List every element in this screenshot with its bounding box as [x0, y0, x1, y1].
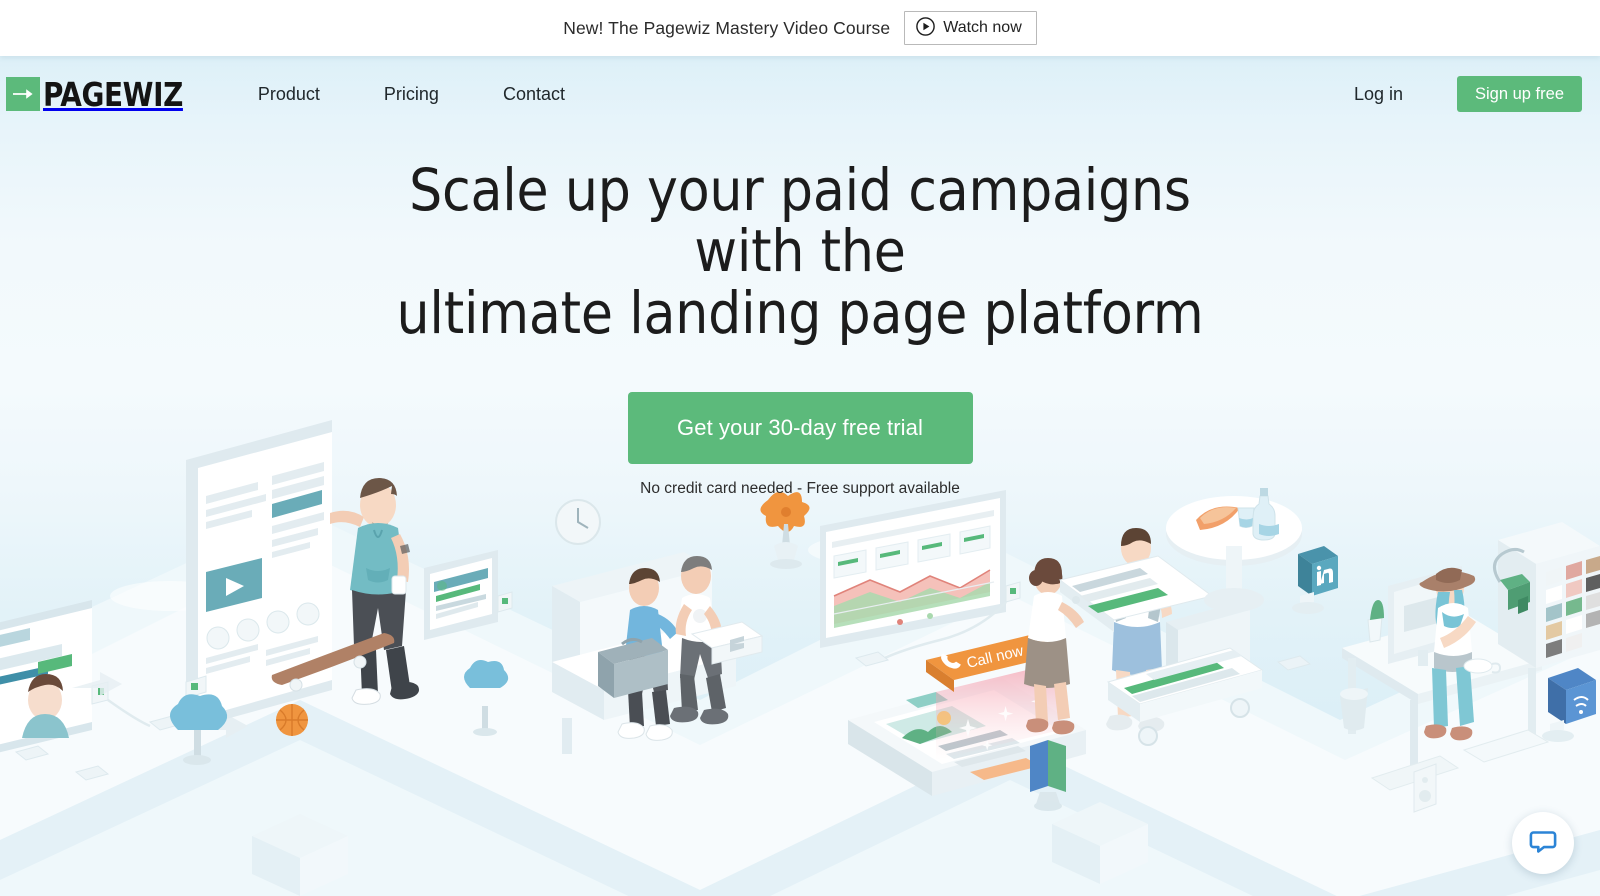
signup-free-button[interactable]: Sign up free	[1457, 76, 1582, 112]
hero-heading-line-1: Scale up your paid campaigns with the	[409, 156, 1191, 286]
hero-cta-wrap: Get your 30-day free trial No credit car…	[0, 392, 1600, 498]
chat-bubble-icon	[1528, 826, 1558, 861]
hero-heading-line-2: ultimate landing page platform	[396, 278, 1204, 347]
promo-text: New! The Pagewiz Mastery Video Course	[563, 17, 891, 38]
promo-banner: New! The Pagewiz Mastery Video Course Wa…	[0, 0, 1600, 56]
logo-wordmark: PAGEWIZ	[43, 74, 183, 114]
play-circle-icon	[916, 17, 936, 39]
watch-now-label: Watch now	[943, 19, 1022, 36]
nav-item-product[interactable]: Product	[258, 84, 320, 105]
header-actions: Log in Sign up free	[1354, 76, 1582, 112]
nav-item-contact[interactable]: Contact	[503, 84, 565, 105]
free-trial-button[interactable]: Get your 30-day free trial	[627, 392, 973, 465]
watch-now-button[interactable]: Watch now	[904, 11, 1037, 45]
main-nav: Product Pricing Contact	[258, 84, 565, 105]
logo-home-link[interactable]: PAGEWIZ	[6, 74, 192, 114]
page-root: New! The Pagewiz Mastery Video Course Wa…	[0, 0, 1600, 896]
arrow-right-icon	[6, 77, 40, 111]
hero-heading: Scale up your paid campaigns with the ul…	[360, 159, 1240, 347]
hero-section: Scale up your paid campaigns with the ul…	[0, 159, 1600, 498]
nav-item-pricing[interactable]: Pricing	[384, 84, 439, 105]
login-link[interactable]: Log in	[1354, 84, 1403, 105]
chat-widget-button[interactable]	[1512, 812, 1574, 874]
cta-subtext: No credit card needed - Free support ava…	[640, 480, 960, 498]
site-header: PAGEWIZ Product Pricing Contact Log in S…	[0, 56, 1600, 132]
